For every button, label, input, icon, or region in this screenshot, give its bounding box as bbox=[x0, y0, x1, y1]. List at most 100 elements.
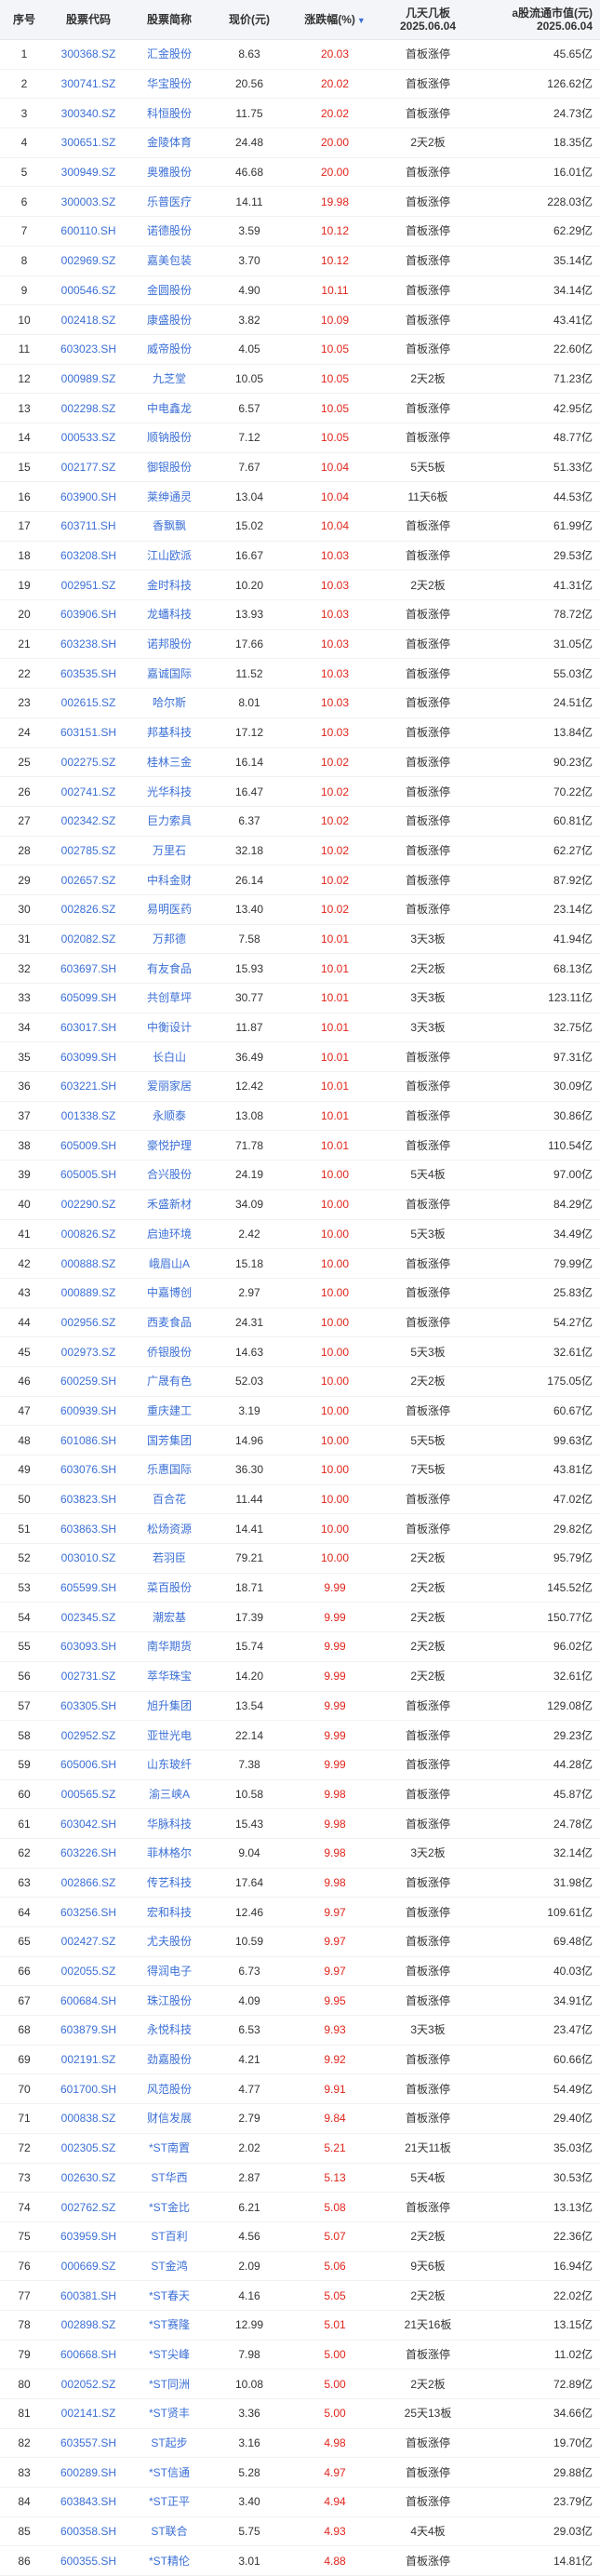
table-row[interactable]: 3 300340.SZ 科恒股份 11.75 20.02 首板涨停 24.73亿 bbox=[0, 99, 600, 129]
table-row[interactable]: 72 002305.SZ *ST南置 2.02 5.21 21天11板 35.03亿 bbox=[0, 2134, 600, 2164]
table-row[interactable]: 66 002055.SZ 得润电子 6.73 9.97 首板涨停 40.03亿 bbox=[0, 1957, 600, 1987]
table-row[interactable]: 17 603711.SH 香飘飘 15.02 10.04 首板涨停 61.99亿 bbox=[0, 512, 600, 542]
table-row[interactable]: 51 603863.SH 松炀资源 14.41 10.00 首板涨停 29.82亿 bbox=[0, 1514, 600, 1545]
stock-code-link[interactable]: 002826.SZ bbox=[48, 895, 128, 923]
stock-code-link[interactable]: 600358.SH bbox=[48, 2517, 128, 2545]
table-row[interactable]: 38 605009.SH 豪悦护理 71.78 10.01 首板涨停 110.54亿 bbox=[0, 1131, 600, 1161]
table-row[interactable]: 84 603843.SH *ST正平 3.40 4.94 首板涨停 23.79亿 bbox=[0, 2488, 600, 2517]
stock-code-link[interactable]: 002615.SZ bbox=[48, 689, 128, 717]
table-row[interactable]: 27 002342.SZ 巨力索具 6.37 10.02 首板涨停 60.81亿 bbox=[0, 807, 600, 837]
header-board-days[interactable]: 几天几板 2025.06.04 bbox=[381, 7, 474, 33]
stock-name-link[interactable]: 诺德股份 bbox=[128, 217, 210, 245]
stock-code-link[interactable]: 002657.SZ bbox=[48, 866, 128, 894]
stock-name-link[interactable]: ST华西 bbox=[128, 2164, 210, 2192]
stock-code-link[interactable]: 000546.SZ bbox=[48, 276, 128, 304]
stock-code-link[interactable]: 002898.SZ bbox=[48, 2311, 128, 2339]
header-stock-name[interactable]: 股票简称 bbox=[128, 13, 210, 26]
stock-code-link[interactable]: 000889.SZ bbox=[48, 1279, 128, 1307]
stock-code-link[interactable]: 002785.SZ bbox=[48, 837, 128, 865]
stock-name-link[interactable]: 华脉科技 bbox=[128, 1810, 210, 1838]
table-row[interactable]: 28 002785.SZ 万里石 32.18 10.02 首板涨停 62.27亿 bbox=[0, 837, 600, 866]
table-row[interactable]: 78 002898.SZ *ST赛隆 12.99 5.01 21天16板 13.15亿 bbox=[0, 2311, 600, 2341]
stock-name-link[interactable]: 光华科技 bbox=[128, 778, 210, 806]
stock-code-link[interactable]: 600684.SH bbox=[48, 1987, 128, 2015]
stock-code-link[interactable]: 600939.SH bbox=[48, 1397, 128, 1425]
stock-code-link[interactable]: 603879.SH bbox=[48, 2016, 128, 2044]
stock-code-link[interactable]: 603843.SH bbox=[48, 2488, 128, 2516]
stock-code-link[interactable]: 002275.SZ bbox=[48, 748, 128, 776]
table-row[interactable]: 55 603093.SH 南华期货 15.74 9.99 2天2板 96.02亿 bbox=[0, 1632, 600, 1662]
stock-code-link[interactable]: 603226.SH bbox=[48, 1839, 128, 1867]
table-row[interactable]: 40 002290.SZ 禾盛新材 34.09 10.00 首板涨停 84.29亿 bbox=[0, 1190, 600, 1220]
stock-name-link[interactable]: 得润电子 bbox=[128, 1957, 210, 1985]
stock-code-link[interactable]: 605099.SH bbox=[48, 984, 128, 1012]
stock-name-link[interactable]: 风范股份 bbox=[128, 2075, 210, 2103]
table-row[interactable]: 56 002731.SZ 萃华珠宝 14.20 9.99 2天2板 32.61亿 bbox=[0, 1662, 600, 1692]
stock-code-link[interactable]: 002290.SZ bbox=[48, 1190, 128, 1218]
stock-name-link[interactable]: *ST同洲 bbox=[128, 2370, 210, 2398]
table-row[interactable]: 59 605006.SH 山东玻纤 7.38 9.99 首板涨停 44.28亿 bbox=[0, 1751, 600, 1780]
table-row[interactable]: 2 300741.SZ 华宝股份 20.56 20.02 首板涨停 126.62亿 bbox=[0, 70, 600, 100]
stock-name-link[interactable]: 萃华珠宝 bbox=[128, 1662, 210, 1690]
table-row[interactable]: 50 603823.SH 百合花 11.44 10.00 首板涨停 47.02亿 bbox=[0, 1485, 600, 1515]
table-row[interactable]: 47 600939.SH 重庆建工 3.19 10.00 首板涨停 60.67亿 bbox=[0, 1397, 600, 1427]
stock-name-link[interactable]: 松炀资源 bbox=[128, 1515, 210, 1543]
stock-name-link[interactable]: 诺邦股份 bbox=[128, 630, 210, 658]
stock-name-link[interactable]: 中科金财 bbox=[128, 866, 210, 894]
table-row[interactable]: 80 002052.SZ *ST同洲 10.08 5.00 2天2板 72.89亿 bbox=[0, 2369, 600, 2399]
stock-code-link[interactable]: 002741.SZ bbox=[48, 778, 128, 806]
stock-name-link[interactable]: *ST尖峰 bbox=[128, 2341, 210, 2368]
stock-code-link[interactable]: 603151.SH bbox=[48, 718, 128, 746]
header-float-cap[interactable]: a股流通市值(元) 2025.06.04 bbox=[474, 7, 600, 33]
table-row[interactable]: 23 002615.SZ 哈尔斯 8.01 10.03 首板涨停 24.51亿 bbox=[0, 689, 600, 718]
table-row[interactable]: 26 002741.SZ 光华科技 16.47 10.02 首板涨停 70.22亿 bbox=[0, 777, 600, 807]
stock-code-link[interactable]: 600355.SH bbox=[48, 2547, 128, 2575]
stock-name-link[interactable]: 渝三峡A bbox=[128, 1780, 210, 1808]
stock-name-link[interactable]: *ST贤丰 bbox=[128, 2399, 210, 2427]
header-stock-code[interactable]: 股票代码 bbox=[48, 13, 128, 26]
table-row[interactable]: 67 600684.SH 珠江股份 4.09 9.95 首板涨停 34.91亿 bbox=[0, 1986, 600, 2017]
stock-code-link[interactable]: 603093.SH bbox=[48, 1632, 128, 1660]
stock-code-link[interactable]: 300340.SZ bbox=[48, 100, 128, 127]
stock-name-link[interactable]: ST起步 bbox=[128, 2429, 210, 2457]
table-row[interactable]: 62 603226.SH 菲林格尔 9.04 9.98 3天2板 32.14亿 bbox=[0, 1839, 600, 1869]
stock-code-link[interactable]: 002951.SZ bbox=[48, 571, 128, 599]
stock-code-link[interactable]: 300741.SZ bbox=[48, 70, 128, 98]
table-row[interactable]: 24 603151.SH 邦基科技 17.12 10.03 首板涨停 13.84亿 bbox=[0, 718, 600, 748]
stock-name-link[interactable]: *ST正平 bbox=[128, 2488, 210, 2516]
stock-name-link[interactable]: 江山欧派 bbox=[128, 542, 210, 570]
stock-code-link[interactable]: 000838.SZ bbox=[48, 2104, 128, 2132]
stock-code-link[interactable]: 002055.SZ bbox=[48, 1957, 128, 1985]
table-row[interactable]: 85 600358.SH ST联合 5.75 4.93 4天4板 29.03亿 bbox=[0, 2517, 600, 2547]
stock-name-link[interactable]: *ST信通 bbox=[128, 2459, 210, 2487]
table-row[interactable]: 21 603238.SH 诺邦股份 17.66 10.03 首板涨停 31.05亿 bbox=[0, 630, 600, 660]
table-row[interactable]: 73 002630.SZ ST华西 2.87 5.13 5天4板 30.53亿 bbox=[0, 2164, 600, 2194]
stock-name-link[interactable]: 桂林三金 bbox=[128, 748, 210, 776]
stock-code-link[interactable]: 300949.SZ bbox=[48, 158, 128, 186]
stock-code-link[interactable]: 300003.SZ bbox=[48, 188, 128, 216]
stock-name-link[interactable]: 金陵体育 bbox=[128, 128, 210, 156]
stock-name-link[interactable]: 威帝股份 bbox=[128, 335, 210, 363]
table-row[interactable]: 5 300949.SZ 奥雅股份 46.68 20.00 首板涨停 16.01亿 bbox=[0, 158, 600, 188]
stock-name-link[interactable]: 西麦食品 bbox=[128, 1308, 210, 1336]
stock-name-link[interactable]: 易明医药 bbox=[128, 895, 210, 923]
stock-code-link[interactable]: 000669.SZ bbox=[48, 2252, 128, 2280]
stock-code-link[interactable]: 603557.SH bbox=[48, 2429, 128, 2457]
table-row[interactable]: 74 002762.SZ *ST金比 6.21 5.08 首板涨停 13.13亿 bbox=[0, 2193, 600, 2222]
stock-name-link[interactable]: 顺钠股份 bbox=[128, 423, 210, 451]
stock-name-link[interactable]: *ST春天 bbox=[128, 2282, 210, 2310]
stock-code-link[interactable]: 000565.SZ bbox=[48, 1780, 128, 1808]
stock-name-link[interactable]: 中电鑫龙 bbox=[128, 395, 210, 423]
table-row[interactable]: 49 603076.SH 乐惠国际 36.30 10.00 7天5板 43.81亿 bbox=[0, 1456, 600, 1485]
stock-code-link[interactable]: 605005.SH bbox=[48, 1161, 128, 1188]
stock-code-link[interactable]: 002956.SZ bbox=[48, 1308, 128, 1336]
table-row[interactable]: 39 605005.SH 合兴股份 24.19 10.00 5天4板 97.00亿 bbox=[0, 1161, 600, 1190]
stock-name-link[interactable]: 巨力索具 bbox=[128, 807, 210, 835]
stock-name-link[interactable]: ST金鸿 bbox=[128, 2252, 210, 2280]
stock-name-link[interactable]: 启迪环境 bbox=[128, 1220, 210, 1248]
stock-code-link[interactable]: 601700.SH bbox=[48, 2075, 128, 2103]
stock-code-link[interactable]: 603076.SH bbox=[48, 1456, 128, 1483]
stock-name-link[interactable]: 财信发展 bbox=[128, 2104, 210, 2132]
sort-desc-icon[interactable]: ▼ bbox=[357, 16, 366, 25]
stock-code-link[interactable]: 002630.SZ bbox=[48, 2164, 128, 2192]
